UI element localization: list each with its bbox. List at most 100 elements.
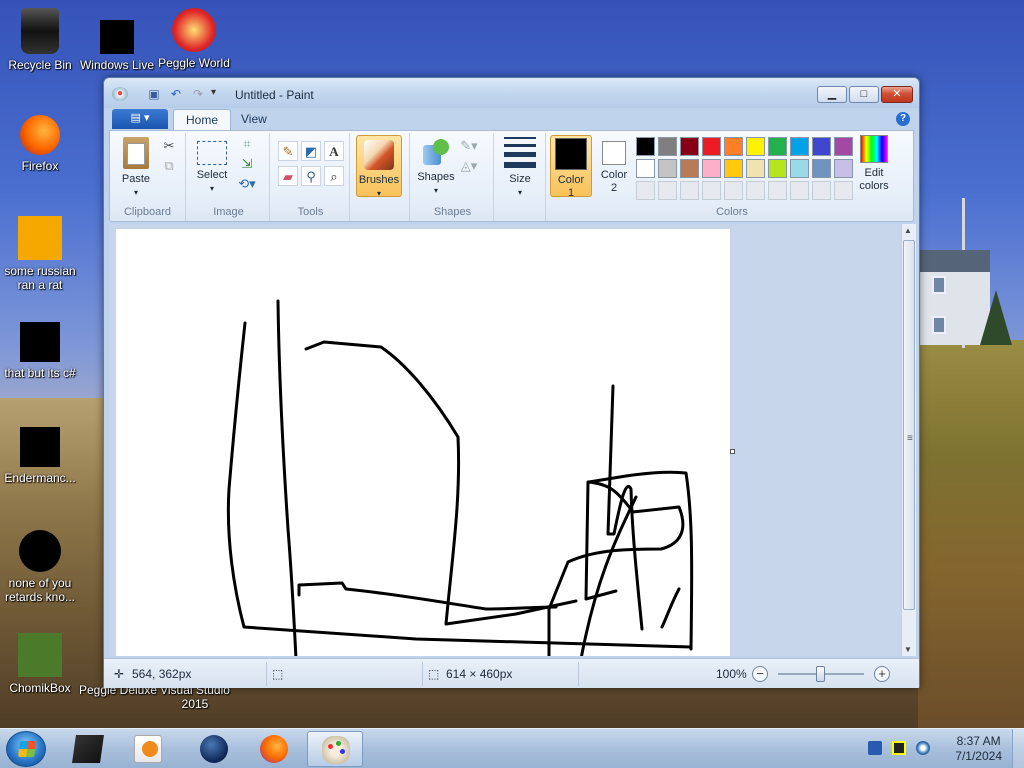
fill-icon[interactable]: ◬▾: [460, 157, 478, 175]
show-desktop-button[interactable]: [1012, 729, 1024, 768]
desktop-icon-endermanch[interactable]: Endermanc...: [0, 427, 80, 485]
desktop-icon-some-russian[interactable]: some russian ran a rat: [0, 216, 80, 292]
eraser-icon[interactable]: ▰: [278, 166, 298, 186]
copy-icon[interactable]: ⧉: [160, 157, 178, 175]
drawing-canvas[interactable]: [116, 229, 730, 661]
shapes-button[interactable]: Shapes ▾: [416, 139, 456, 197]
outline-icon[interactable]: ✎▾: [460, 137, 478, 155]
color-swatch[interactable]: [636, 137, 655, 156]
desktop-icon-peggle-world[interactable]: Peggle World: [154, 8, 234, 70]
color1-button[interactable]: Color 1: [550, 135, 592, 199]
desktop-icon-none-of-you[interactable]: none of you retards kno...: [0, 530, 80, 604]
desktop-icon-that-but-its-csharp[interactable]: that but its c#: [0, 322, 80, 380]
system-clock[interactable]: 8:37 AM 7/1/2024: [955, 734, 1002, 764]
text-tool-icon[interactable]: A: [324, 141, 344, 161]
custom-color-slot[interactable]: [812, 181, 831, 200]
custom-color-slot[interactable]: [834, 181, 853, 200]
scroll-up-arrow-icon[interactable]: ▲: [904, 226, 912, 235]
zoom-out-button[interactable]: −: [752, 666, 768, 682]
tab-home[interactable]: Home: [173, 109, 232, 130]
tray-battery-icon[interactable]: [892, 741, 906, 755]
color-swatch[interactable]: [680, 159, 699, 178]
paste-button[interactable]: Paste ▾: [116, 137, 156, 199]
edit-colors-button[interactable]: Edit colors: [852, 135, 896, 193]
color-swatch[interactable]: [680, 137, 699, 156]
resize-icon[interactable]: ⇲: [238, 155, 256, 173]
color-swatch[interactable]: [702, 159, 721, 178]
color-swatch[interactable]: [834, 159, 853, 178]
taskbar-firefox[interactable]: [246, 731, 302, 767]
scroll-down-arrow-icon[interactable]: ▼: [904, 645, 912, 654]
color-swatch[interactable]: [658, 137, 677, 156]
redo-icon[interactable]: ↷: [190, 87, 206, 101]
color-swatch[interactable]: [834, 137, 853, 156]
scroll-thumb[interactable]: ≡: [903, 240, 915, 610]
color-swatch[interactable]: [812, 137, 831, 156]
custom-color-slot[interactable]: [702, 181, 721, 200]
color-swatch[interactable]: [746, 159, 765, 178]
cut-icon[interactable]: ✂: [160, 137, 178, 155]
color-picker-icon[interactable]: ⚲: [301, 166, 321, 186]
color-swatch[interactable]: [768, 137, 787, 156]
color-swatch[interactable]: [768, 159, 787, 178]
minimize-button[interactable]: ▁: [817, 86, 847, 103]
desktop-icon-chomikbox[interactable]: ChomikBox: [0, 633, 80, 695]
help-icon[interactable]: ?: [896, 112, 910, 126]
custom-color-slot[interactable]: [768, 181, 787, 200]
desktop-icon-recycle-bin[interactable]: Recycle Bin: [0, 8, 80, 72]
color-swatch[interactable]: [658, 159, 677, 178]
tray-network-icon[interactable]: [916, 741, 930, 755]
start-button[interactable]: [6, 731, 46, 767]
crop-icon[interactable]: ⌗: [238, 135, 256, 153]
paint-app-icon[interactable]: ●: [112, 87, 128, 101]
taskbar-app-1[interactable]: [60, 731, 116, 767]
group-brushes: Brushes ▾: [352, 133, 410, 221]
desktop-icon-firefox[interactable]: Firefox: [0, 115, 80, 173]
custom-color-slot[interactable]: [724, 181, 743, 200]
color-swatch[interactable]: [812, 159, 831, 178]
file-menu-button[interactable]: ▤ ▾: [112, 109, 168, 129]
undo-icon[interactable]: ↶: [168, 87, 184, 101]
rotate-icon[interactable]: ⟲▾: [238, 175, 256, 193]
custom-color-slot[interactable]: [790, 181, 809, 200]
taskbar-media-player[interactable]: [120, 731, 176, 767]
terminal-icon: [20, 427, 60, 467]
tab-view[interactable]: View: [229, 109, 279, 130]
group-label: Image: [213, 206, 244, 218]
zoom-in-button[interactable]: +: [874, 666, 890, 682]
canvas-resize-handle-right[interactable]: [730, 449, 735, 454]
custom-color-slot[interactable]: [746, 181, 765, 200]
customize-quick-access-icon[interactable]: ▾: [211, 87, 216, 98]
tray-device-icon[interactable]: [868, 741, 882, 755]
color-swatch[interactable]: [724, 159, 743, 178]
desktop-icon-windows-live[interactable]: Windows Live: [77, 20, 157, 72]
color2-button[interactable]: Color 2: [594, 135, 634, 197]
color-swatch[interactable]: [790, 137, 809, 156]
brushes-button[interactable]: Brushes ▾: [356, 135, 402, 198]
custom-color-slot[interactable]: [658, 181, 677, 200]
size-button[interactable]: Size ▾: [500, 135, 540, 199]
color-swatch[interactable]: [790, 159, 809, 178]
vertical-scrollbar[interactable]: ▲ ≡ ▼: [901, 224, 916, 656]
taskbar-globe-app[interactable]: [186, 731, 242, 767]
paste-label: Paste: [121, 173, 151, 185]
windows-logo-icon: [18, 741, 36, 757]
magnifier-icon[interactable]: ⌕: [324, 166, 344, 186]
taskbar-paint[interactable]: [307, 731, 363, 767]
color-swatch[interactable]: [724, 137, 743, 156]
title-bar[interactable]: ● ▣ ↶ ↷ ▾ Untitled - Paint ▁ □ ✕: [104, 78, 919, 108]
color-swatch[interactable]: [746, 137, 765, 156]
close-button[interactable]: ✕: [881, 86, 913, 103]
custom-color-slot[interactable]: [636, 181, 655, 200]
firefox-icon: [260, 735, 288, 763]
zoom-slider-thumb[interactable]: [816, 666, 825, 682]
save-icon[interactable]: ▣: [146, 87, 162, 101]
select-button[interactable]: Select ▾: [192, 141, 232, 195]
fill-bucket-icon[interactable]: ◩: [301, 141, 321, 161]
color-swatch[interactable]: [636, 159, 655, 178]
color1-label: Color: [557, 174, 585, 186]
custom-color-slot[interactable]: [680, 181, 699, 200]
maximize-button[interactable]: □: [849, 86, 879, 103]
pencil-icon[interactable]: ✎: [278, 141, 298, 161]
color-swatch[interactable]: [702, 137, 721, 156]
